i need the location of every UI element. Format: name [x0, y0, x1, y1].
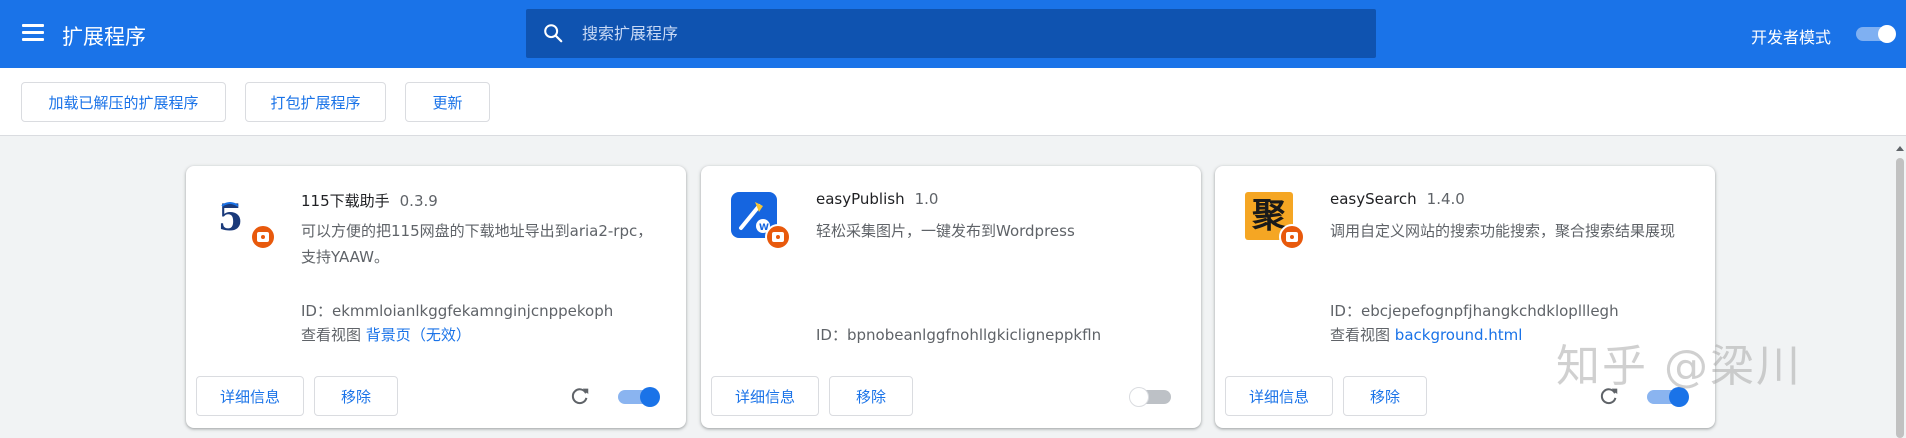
id-label: ID：	[301, 302, 332, 320]
watermark: 知乎 @梁川	[1556, 341, 1802, 392]
remove-button[interactable]: 移除	[314, 376, 398, 416]
enable-toggle[interactable]	[1129, 387, 1171, 407]
toolbar: 加载已解压的扩展程序 打包扩展程序 更新	[0, 68, 1906, 136]
load-unpacked-button[interactable]: 加载已解压的扩展程序	[21, 82, 226, 122]
extension-id: ID：bpnobeanlggfnohllgkicligneppkfln	[816, 324, 1101, 345]
extension-description: 可以方便的把115网盘的下载地址导出到aria2-rpc，支持YAAW。	[301, 222, 653, 266]
update-button[interactable]: 更新	[405, 82, 490, 122]
inspect-views: 查看视图 background.html	[1330, 324, 1522, 345]
extension-title: 115下载助手	[301, 192, 390, 210]
search-icon	[544, 24, 563, 43]
remove-button[interactable]: 移除	[829, 376, 913, 416]
extension-id: ID：ebcjepefognpfjhangkchdkloplllegh	[1330, 300, 1619, 321]
top-app-bar: 扩展程序 开发者模式	[0, 0, 1906, 68]
developer-badge-icon	[250, 224, 276, 250]
extension-version: 0.3.9	[399, 192, 438, 210]
scroll-thumb[interactable]	[1896, 158, 1904, 438]
extension-id: ID：ekmmloianlkggfekamnginjcnppekoph	[301, 300, 613, 321]
extension-name: 115下载助手 0.3.9	[301, 190, 438, 211]
pack-extension-button[interactable]: 打包扩展程序	[245, 82, 386, 122]
extension-name: easyPublish 1.0	[816, 190, 938, 208]
extension-card: 5 115下载助手 0.3.9 可以方便的把115网盘的下载地址导出到aria2-…	[186, 166, 686, 428]
details-button[interactable]: 详细信息	[1225, 376, 1333, 416]
inactive-label: （无效）	[410, 326, 471, 344]
id-label: ID：	[816, 326, 847, 344]
dev-mode-label: 开发者模式	[1751, 28, 1832, 47]
reload-icon[interactable]	[569, 385, 591, 407]
id-value: bpnobeanlggfnohllgkicligneppkfln	[846, 326, 1102, 344]
views-label: 查看视图	[301, 326, 362, 344]
page-scrollbar[interactable]	[1894, 140, 1906, 438]
search-input[interactable]	[582, 9, 1362, 58]
menu-icon[interactable]	[22, 24, 44, 42]
search-bar[interactable]	[526, 9, 1376, 58]
scroll-up-arrow-icon[interactable]	[1896, 146, 1904, 151]
extension-title: easySearch	[1330, 190, 1417, 208]
page-title: 扩展程序	[62, 25, 146, 49]
remove-button[interactable]: 移除	[1343, 376, 1427, 416]
dev-mode-toggle[interactable]	[1856, 25, 1896, 43]
developer-badge-icon	[1279, 224, 1305, 250]
extension-version: 1.4.0	[1426, 190, 1465, 208]
extension-description: 轻松采集图片，一键发布到Wordpress	[816, 222, 1075, 240]
background-page-link[interactable]: background.html	[1395, 326, 1523, 344]
extension-title: easyPublish	[816, 190, 905, 208]
inspect-views: 查看视图 背景页（无效）	[301, 324, 471, 345]
id-value: ekmmloianlkggfekamnginjcnppekoph	[331, 302, 614, 320]
extension-version: 1.0	[914, 190, 939, 208]
details-button[interactable]: 详细信息	[711, 376, 819, 416]
developer-badge-icon	[765, 224, 791, 250]
details-button[interactable]: 详细信息	[196, 376, 304, 416]
id-label: ID：	[1330, 302, 1361, 320]
views-label: 查看视图	[1330, 326, 1391, 344]
background-page-link[interactable]: 背景页	[366, 326, 411, 344]
enable-toggle[interactable]	[618, 387, 660, 407]
id-value: ebcjepefognpfjhangkchdkloplllegh	[1360, 302, 1619, 320]
extension-name: easySearch 1.4.0	[1330, 190, 1465, 208]
extension-description: 调用自定义网站的搜索功能搜索，聚合搜索结果展现	[1330, 222, 1676, 240]
extension-card: W easyPublish 1.0 轻松采集图片，一键发布到Wordpress I…	[701, 166, 1201, 428]
